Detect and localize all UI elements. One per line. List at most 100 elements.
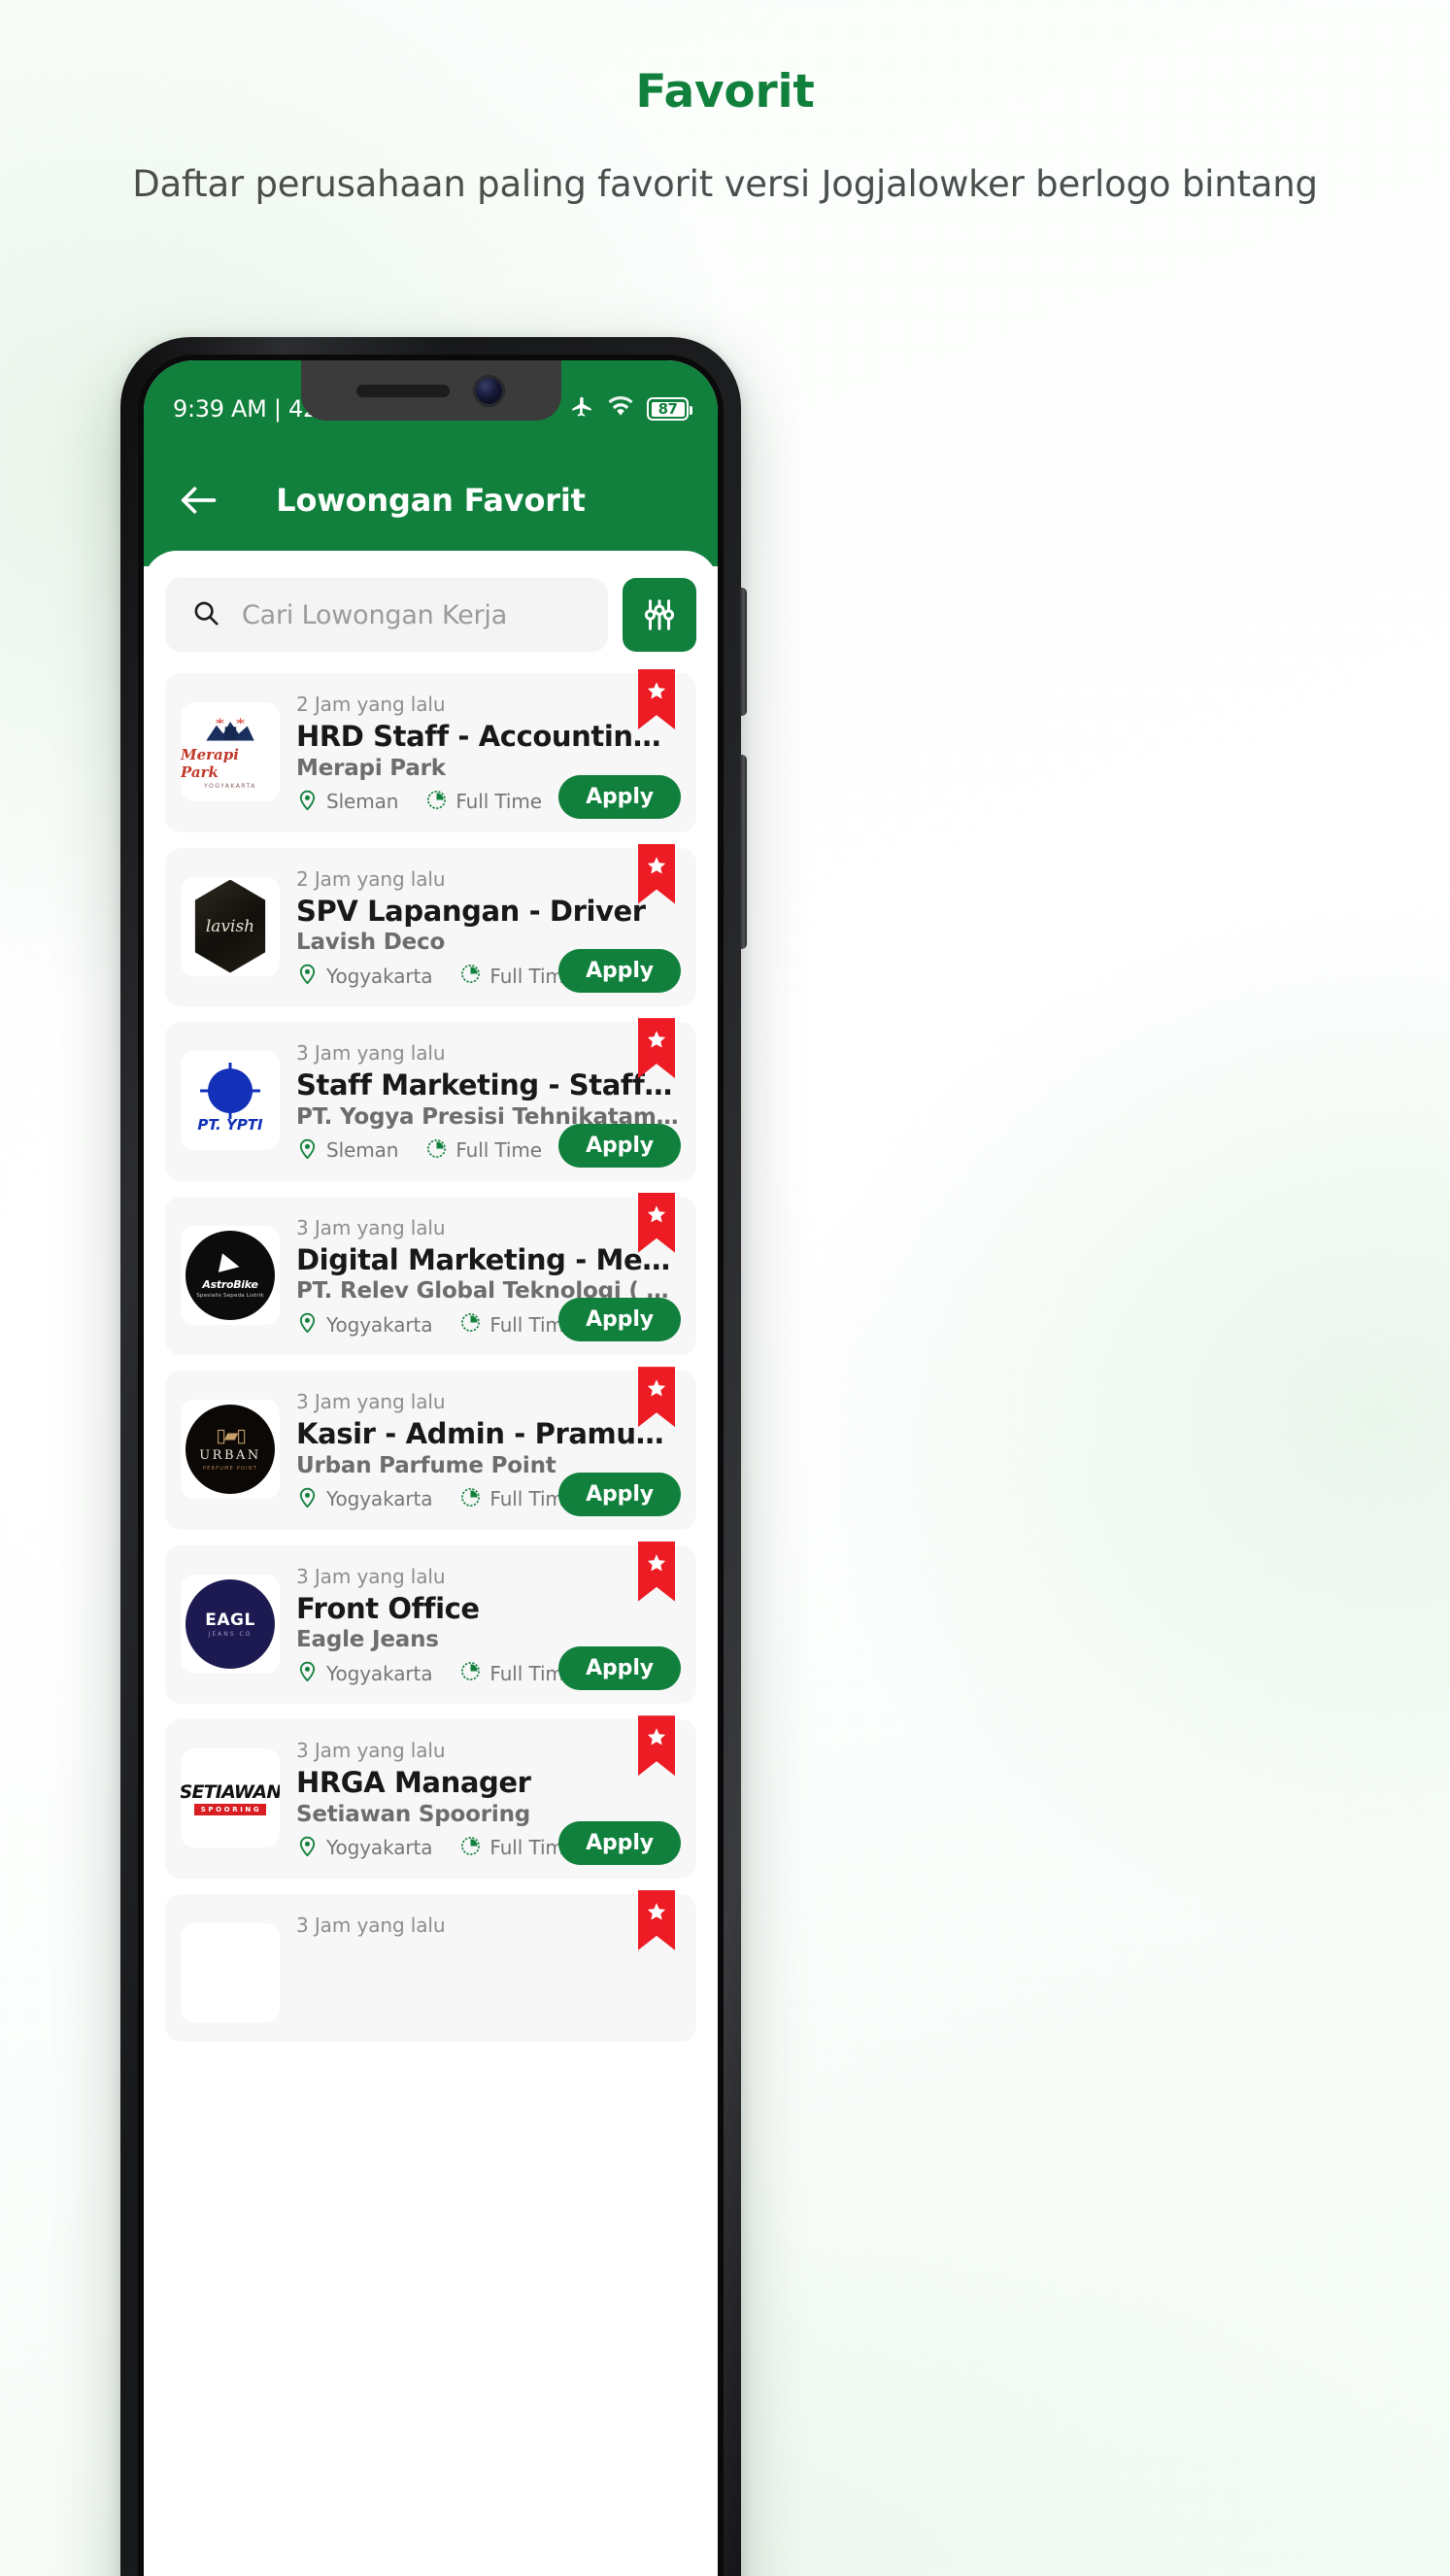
earpiece-speaker-icon — [356, 384, 450, 397]
apply-button[interactable]: Apply — [558, 1123, 681, 1168]
job-card[interactable]: EAGL JEANS CO 3 Jam yang lalu Front Offi… — [165, 1541, 696, 1705]
job-list: Merapi Park YOGYAKARTA 2 Jam yang lalu H… — [165, 669, 696, 2042]
job-location: Sleman — [296, 789, 398, 815]
page-title: Favorit — [635, 65, 815, 119]
logo-subtext: PERFUME POINT — [202, 1466, 258, 1473]
app-bar-row: Lowongan Favorit — [144, 434, 718, 566]
status-bar-right: 87 — [569, 394, 692, 424]
urban-bottles-icon: ▯▰▯ — [216, 1425, 247, 1447]
lavish-deco-logo: lavish — [194, 879, 266, 973]
filter-sliders-icon[interactable] — [623, 578, 696, 652]
page-header: Favorit Daftar perusahaan paling favorit… — [0, 0, 1450, 211]
location-pin-icon — [296, 1486, 319, 1512]
logo-subtext: SPOORING — [193, 1803, 267, 1815]
logo-text: URBAN — [199, 1448, 261, 1464]
job-posted-time: 3 Jam yang lalu — [296, 1564, 446, 1588]
location-pin-icon — [296, 1835, 319, 1861]
job-details: 3 Jam yang lalu Digital Marketing - Meka… — [296, 1214, 681, 1342]
job-posted-time: 3 Jam yang lalu — [296, 1215, 446, 1239]
phone-mockup: 9:39 AM | 42,8KB/d 87 Lowongan Favorit C… — [120, 337, 747, 2576]
apply-button[interactable]: Apply — [558, 774, 681, 819]
job-posted-time: 3 Jam yang lalu — [296, 1913, 446, 1937]
app-bar: 9:39 AM | 42,8KB/d 87 Lowongan Favorit — [144, 360, 718, 566]
job-title: Kasir - Admin - Pramuniaga — [296, 1417, 679, 1451]
phone-volume-button[interactable] — [740, 755, 747, 949]
phone-notch — [300, 360, 561, 421]
job-location: Sleman — [296, 1137, 398, 1164]
eagle-jeans-logo: EAGL JEANS CO — [185, 1578, 275, 1669]
pt-ypti-logo: PT. YPTI — [181, 1051, 280, 1150]
job-meta: Sleman Full Time Apply — [296, 774, 681, 819]
job-details: 3 Jam yang lalu Staff Marketing - Staff … — [296, 1039, 681, 1168]
job-details: 2 Jam yang lalu HRD Staff - Accounting F… — [296, 691, 681, 819]
phone-power-button[interactable] — [740, 588, 747, 716]
location-pin-icon — [296, 1660, 319, 1686]
apply-button[interactable]: Apply — [558, 1820, 681, 1865]
clock-icon — [459, 1835, 482, 1861]
job-location: Yogyakarta — [296, 1311, 433, 1338]
search-icon — [191, 598, 220, 631]
job-details: 2 Jam yang lalu SPV Lapangan - Driver La… — [296, 865, 681, 994]
battery-level-text: 87 — [651, 400, 685, 418]
job-location-text: Yogyakarta — [326, 1487, 433, 1511]
job-location-text: Sleman — [326, 790, 399, 814]
astrobike-arrow-icon: ▶ — [218, 1247, 243, 1280]
search-row: Cari Lowongan Kerja — [165, 578, 696, 652]
company-logo: ▶ AstroBike Spesialis Sepeda Listrik — [181, 1225, 280, 1325]
job-card[interactable]: ▶ AstroBike Spesialis Sepeda Listrik 3 J… — [165, 1192, 696, 1356]
apply-button[interactable]: Apply — [558, 1472, 681, 1516]
logo-text: AstroBike — [202, 1278, 258, 1292]
job-location-text: Yogyakarta — [326, 1836, 433, 1860]
job-location-text: Sleman — [326, 1138, 399, 1163]
job-location: Yogyakarta — [296, 963, 433, 989]
logo-subtext: YOGYAKARTA — [204, 782, 256, 790]
job-location: Yogyakarta — [296, 1660, 433, 1686]
clock-icon — [425, 1137, 448, 1164]
apply-button[interactable]: Apply — [558, 1298, 681, 1342]
front-camera-icon — [473, 374, 505, 407]
logo-text: Merapi Park — [181, 745, 239, 781]
job-meta: Yogyakarta Full Time Apply — [296, 1472, 681, 1516]
company-logo: Merapi Park YOGYAKARTA — [181, 702, 280, 801]
job-type: Full Time — [425, 1137, 542, 1164]
setiawan-spooring-logo: SETIAWAN SPOORING — [181, 1748, 280, 1847]
company-logo: lavish — [181, 876, 280, 976]
job-type-text: Full Time — [455, 1138, 542, 1163]
company-logo: PT. YPTI — [181, 1051, 280, 1151]
airplane-mode-icon — [569, 394, 594, 424]
job-card[interactable]: ▯▰▯ URBAN PERFUME POINT 3 Jam yang lalu … — [165, 1367, 696, 1530]
company-logo: EAGL JEANS CO — [181, 1574, 280, 1674]
ypti-compass-mark — [208, 1068, 253, 1113]
job-posted-time: 2 Jam yang lalu — [296, 866, 446, 891]
job-location: Yogyakarta — [296, 1486, 433, 1512]
apply-button[interactable]: Apply — [558, 949, 681, 994]
job-card[interactable]: Merapi Park YOGYAKARTA 2 Jam yang lalu H… — [165, 669, 696, 832]
clock-icon — [459, 1660, 482, 1686]
apply-button[interactable]: Apply — [558, 1646, 681, 1691]
location-pin-icon — [296, 1137, 319, 1164]
company-logo — [181, 1922, 280, 2022]
job-card[interactable]: PT. YPTI 3 Jam yang lalu Staff Marketing… — [165, 1018, 696, 1181]
logo-subtext: JEANS CO — [208, 1630, 253, 1638]
job-title: Digital Marketing - Mekanik — [296, 1242, 679, 1276]
search-input[interactable]: Cari Lowongan Kerja — [165, 578, 608, 652]
job-card[interactable]: lavish 2 Jam yang lalu SPV Lapangan - Dr… — [165, 843, 696, 1007]
job-card[interactable]: 3 Jam yang lalu — [165, 1889, 696, 2042]
job-type-text: Full Time — [455, 790, 542, 814]
app-bar-title: Lowongan Favorit — [276, 482, 586, 519]
logo-text: EAGL — [205, 1610, 255, 1630]
location-pin-icon — [296, 963, 319, 989]
content-sheet: Cari Lowongan Kerja Merapi Park YOGYAKAR… — [144, 551, 718, 2576]
location-pin-icon — [296, 789, 319, 815]
job-card[interactable]: SETIAWAN SPOORING 3 Jam yang lalu HRGA M… — [165, 1715, 696, 1879]
clock-icon — [459, 1486, 482, 1512]
job-meta: Yogyakarta Full Time Apply — [296, 1298, 681, 1342]
back-arrow-icon[interactable] — [177, 479, 219, 522]
job-details: 3 Jam yang lalu — [296, 1912, 679, 2024]
job-meta: Sleman Full Time Apply — [296, 1123, 681, 1168]
job-title: Staff Marketing - Staff Production Plann… — [296, 1068, 679, 1102]
astrobike-logo: ▶ AstroBike Spesialis Sepeda Listrik — [185, 1230, 275, 1320]
job-title: Front Office — [296, 1591, 480, 1625]
urban-parfume-point-logo: ▯▰▯ URBAN PERFUME POINT — [185, 1405, 275, 1495]
job-title: SPV Lapangan - Driver — [296, 894, 646, 928]
